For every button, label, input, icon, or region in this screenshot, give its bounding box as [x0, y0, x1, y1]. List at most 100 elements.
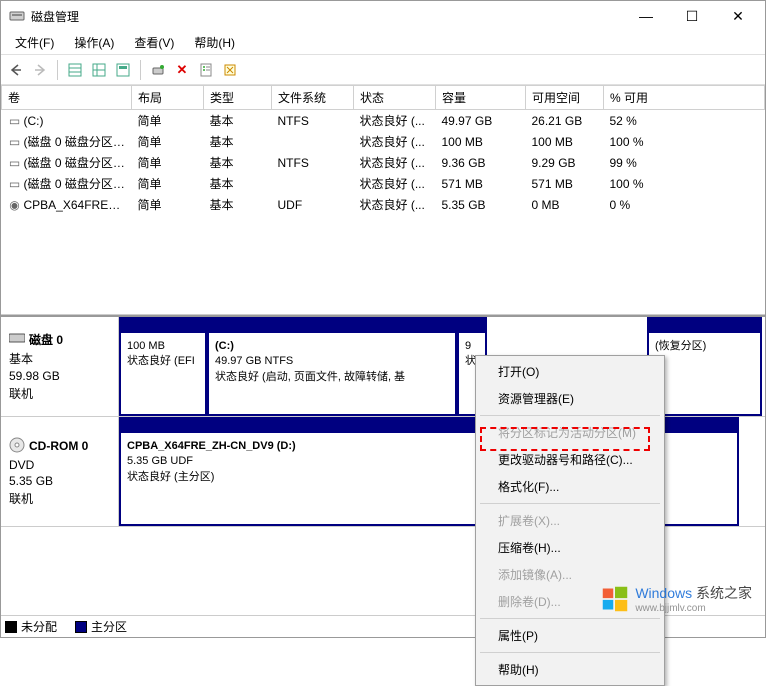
drive-icon: ▭: [8, 156, 22, 170]
cell-pct: 99 %: [604, 152, 765, 173]
cell-pct: 0 %: [604, 194, 765, 215]
cm-extend: 扩展卷(X)...: [478, 507, 662, 534]
maximize-button[interactable]: ☐: [669, 1, 715, 31]
col-capacity[interactable]: 容量: [436, 86, 526, 110]
cell-type: 基本: [204, 110, 272, 132]
cell-capacity: 9.36 GB: [436, 152, 526, 173]
drive-icon: ▭: [8, 135, 22, 149]
col-freespace[interactable]: 可用空间: [526, 86, 604, 110]
watermark-brand: Windows: [635, 585, 692, 601]
volume-name: (磁盘 0 磁盘分区 5): [24, 177, 127, 191]
partition[interactable]: 100 MB状态良好 (EFI: [119, 317, 207, 416]
cell-fs: [272, 173, 354, 194]
cell-status: 状态良好 (...: [354, 131, 436, 152]
disk-label[interactable]: CD-ROM 0 DVD 5.35 GB 联机: [1, 417, 119, 526]
col-type[interactable]: 类型: [204, 86, 272, 110]
volume-name: CPBA_X64FRE_Z...: [24, 198, 132, 212]
cm-help[interactable]: 帮助(H): [478, 656, 662, 683]
disk-label[interactable]: 磁盘 0 基本 59.98 GB 联机: [1, 317, 119, 416]
menu-action[interactable]: 操作(A): [64, 32, 124, 53]
table-row[interactable]: ▭(磁盘 0 磁盘分区 1)简单基本状态良好 (...100 MB100 MB1…: [2, 131, 765, 152]
legend-swatch-blue: [75, 621, 87, 633]
cell-free: 9.29 GB: [526, 152, 604, 173]
cell-type: 基本: [204, 131, 272, 152]
disc-icon: [9, 437, 25, 456]
cm-format[interactable]: 格式化(F)...: [478, 473, 662, 500]
cm-separator: [480, 618, 660, 619]
properties-icon[interactable]: [195, 59, 217, 81]
table-row[interactable]: ◉CPBA_X64FRE_Z...简单基本UDF状态良好 (...5.35 GB…: [2, 194, 765, 215]
cell-pct: 100 %: [604, 131, 765, 152]
settings-icon[interactable]: [219, 59, 241, 81]
back-button[interactable]: [5, 59, 27, 81]
table-row[interactable]: ▭(C:)简单基本NTFS状态良好 (...49.97 GB26.21 GB52…: [2, 110, 765, 132]
cm-open[interactable]: 打开(O): [478, 358, 662, 385]
watermark-url: www.bjjmlv.com: [635, 603, 752, 614]
partition[interactable]: (C:)49.97 GB NTFS状态良好 (启动, 页面文件, 故障转储, 基: [207, 317, 457, 416]
volume-list[interactable]: 卷 布局 类型 文件系统 状态 容量 可用空间 % 可用 ▭(C:)简单基本NT…: [1, 85, 765, 315]
cm-explorer[interactable]: 资源管理器(E): [478, 385, 662, 412]
cm-separator: [480, 652, 660, 653]
forward-button[interactable]: [29, 59, 51, 81]
refresh-icon[interactable]: [147, 59, 169, 81]
disk-type: DVD: [9, 458, 110, 472]
delete-icon[interactable]: ✕: [171, 59, 193, 81]
partition-body: (C:)49.97 GB NTFS状态良好 (启动, 页面文件, 故障转储, 基: [209, 333, 455, 414]
partition-size: 49.97 GB NTFS: [215, 354, 449, 369]
cell-type: 基本: [204, 173, 272, 194]
col-percentfree[interactable]: % 可用: [604, 86, 765, 110]
toolbar-grid2-icon[interactable]: [88, 59, 110, 81]
toolbar-showhide-icon[interactable]: [112, 59, 134, 81]
menu-help[interactable]: 帮助(H): [184, 32, 245, 53]
partition-status: (恢复分区): [655, 339, 754, 354]
disk-state: 联机: [9, 385, 110, 402]
toolbar: ✕: [1, 55, 765, 85]
disc-icon: ◉: [8, 198, 22, 212]
cell-type: 基本: [204, 194, 272, 215]
window-title: 磁盘管理: [31, 8, 623, 25]
cell-free: 26.21 GB: [526, 110, 604, 132]
col-volume[interactable]: 卷: [2, 86, 132, 110]
partition-status: 状态良好 (EFI: [127, 354, 199, 369]
partition-header: [209, 319, 455, 333]
cm-mark-active: 将分区标记为活动分区(M): [478, 419, 662, 446]
cell-layout: 简单: [132, 110, 204, 132]
cell-layout: 简单: [132, 194, 204, 215]
col-status[interactable]: 状态: [354, 86, 436, 110]
cell-capacity: 571 MB: [436, 173, 526, 194]
toolbar-grid1-icon[interactable]: [64, 59, 86, 81]
disk-name: 磁盘 0: [29, 331, 63, 348]
menu-file[interactable]: 文件(F): [5, 32, 64, 53]
legend-label: 未分配: [21, 618, 57, 635]
cm-shrink[interactable]: 压缩卷(H)...: [478, 534, 662, 561]
cm-change-letter[interactable]: 更改驱动器号和路径(C)...: [478, 446, 662, 473]
col-layout[interactable]: 布局: [132, 86, 204, 110]
disk-state: 联机: [9, 490, 110, 507]
table-row[interactable]: ▭(磁盘 0 磁盘分区 5)简单基本状态良好 (...571 MB571 MB1…: [2, 173, 765, 194]
drive-icon: ▭: [8, 114, 22, 128]
col-filesystem[interactable]: 文件系统: [272, 86, 354, 110]
cell-status: 状态良好 (...: [354, 194, 436, 215]
partition-body: 100 MB状态良好 (EFI: [121, 333, 205, 414]
cm-properties[interactable]: 属性(P): [478, 622, 662, 649]
cell-capacity: 100 MB: [436, 131, 526, 152]
legend-primary: 主分区: [75, 618, 127, 635]
windows-logo-icon: [601, 585, 629, 613]
disk1-partitions: CPBA_X64FRE_ZH-CN_DV9 (D:)5.35 GB UDF状态良…: [119, 417, 765, 526]
partition-header: [649, 319, 760, 333]
close-button[interactable]: ✕: [715, 1, 761, 31]
menu-view[interactable]: 查看(V): [124, 32, 184, 53]
cell-fs: [272, 131, 354, 152]
cell-capacity: 5.35 GB: [436, 194, 526, 215]
cell-pct: 52 %: [604, 110, 765, 132]
drive-icon: ▭: [8, 177, 22, 191]
disk-name: CD-ROM 0: [29, 439, 88, 453]
legend-label: 主分区: [91, 618, 127, 635]
table-row[interactable]: ▭(磁盘 0 磁盘分区 4)简单基本NTFS状态良好 (...9.36 GB9.…: [2, 152, 765, 173]
minimize-button[interactable]: —: [623, 1, 669, 31]
cell-layout: 简单: [132, 131, 204, 152]
volume-name: (C:): [24, 114, 44, 128]
toolbar-separator: [140, 60, 141, 80]
volume-name: (磁盘 0 磁盘分区 4): [24, 156, 127, 170]
volume-name: (磁盘 0 磁盘分区 1): [24, 135, 127, 149]
